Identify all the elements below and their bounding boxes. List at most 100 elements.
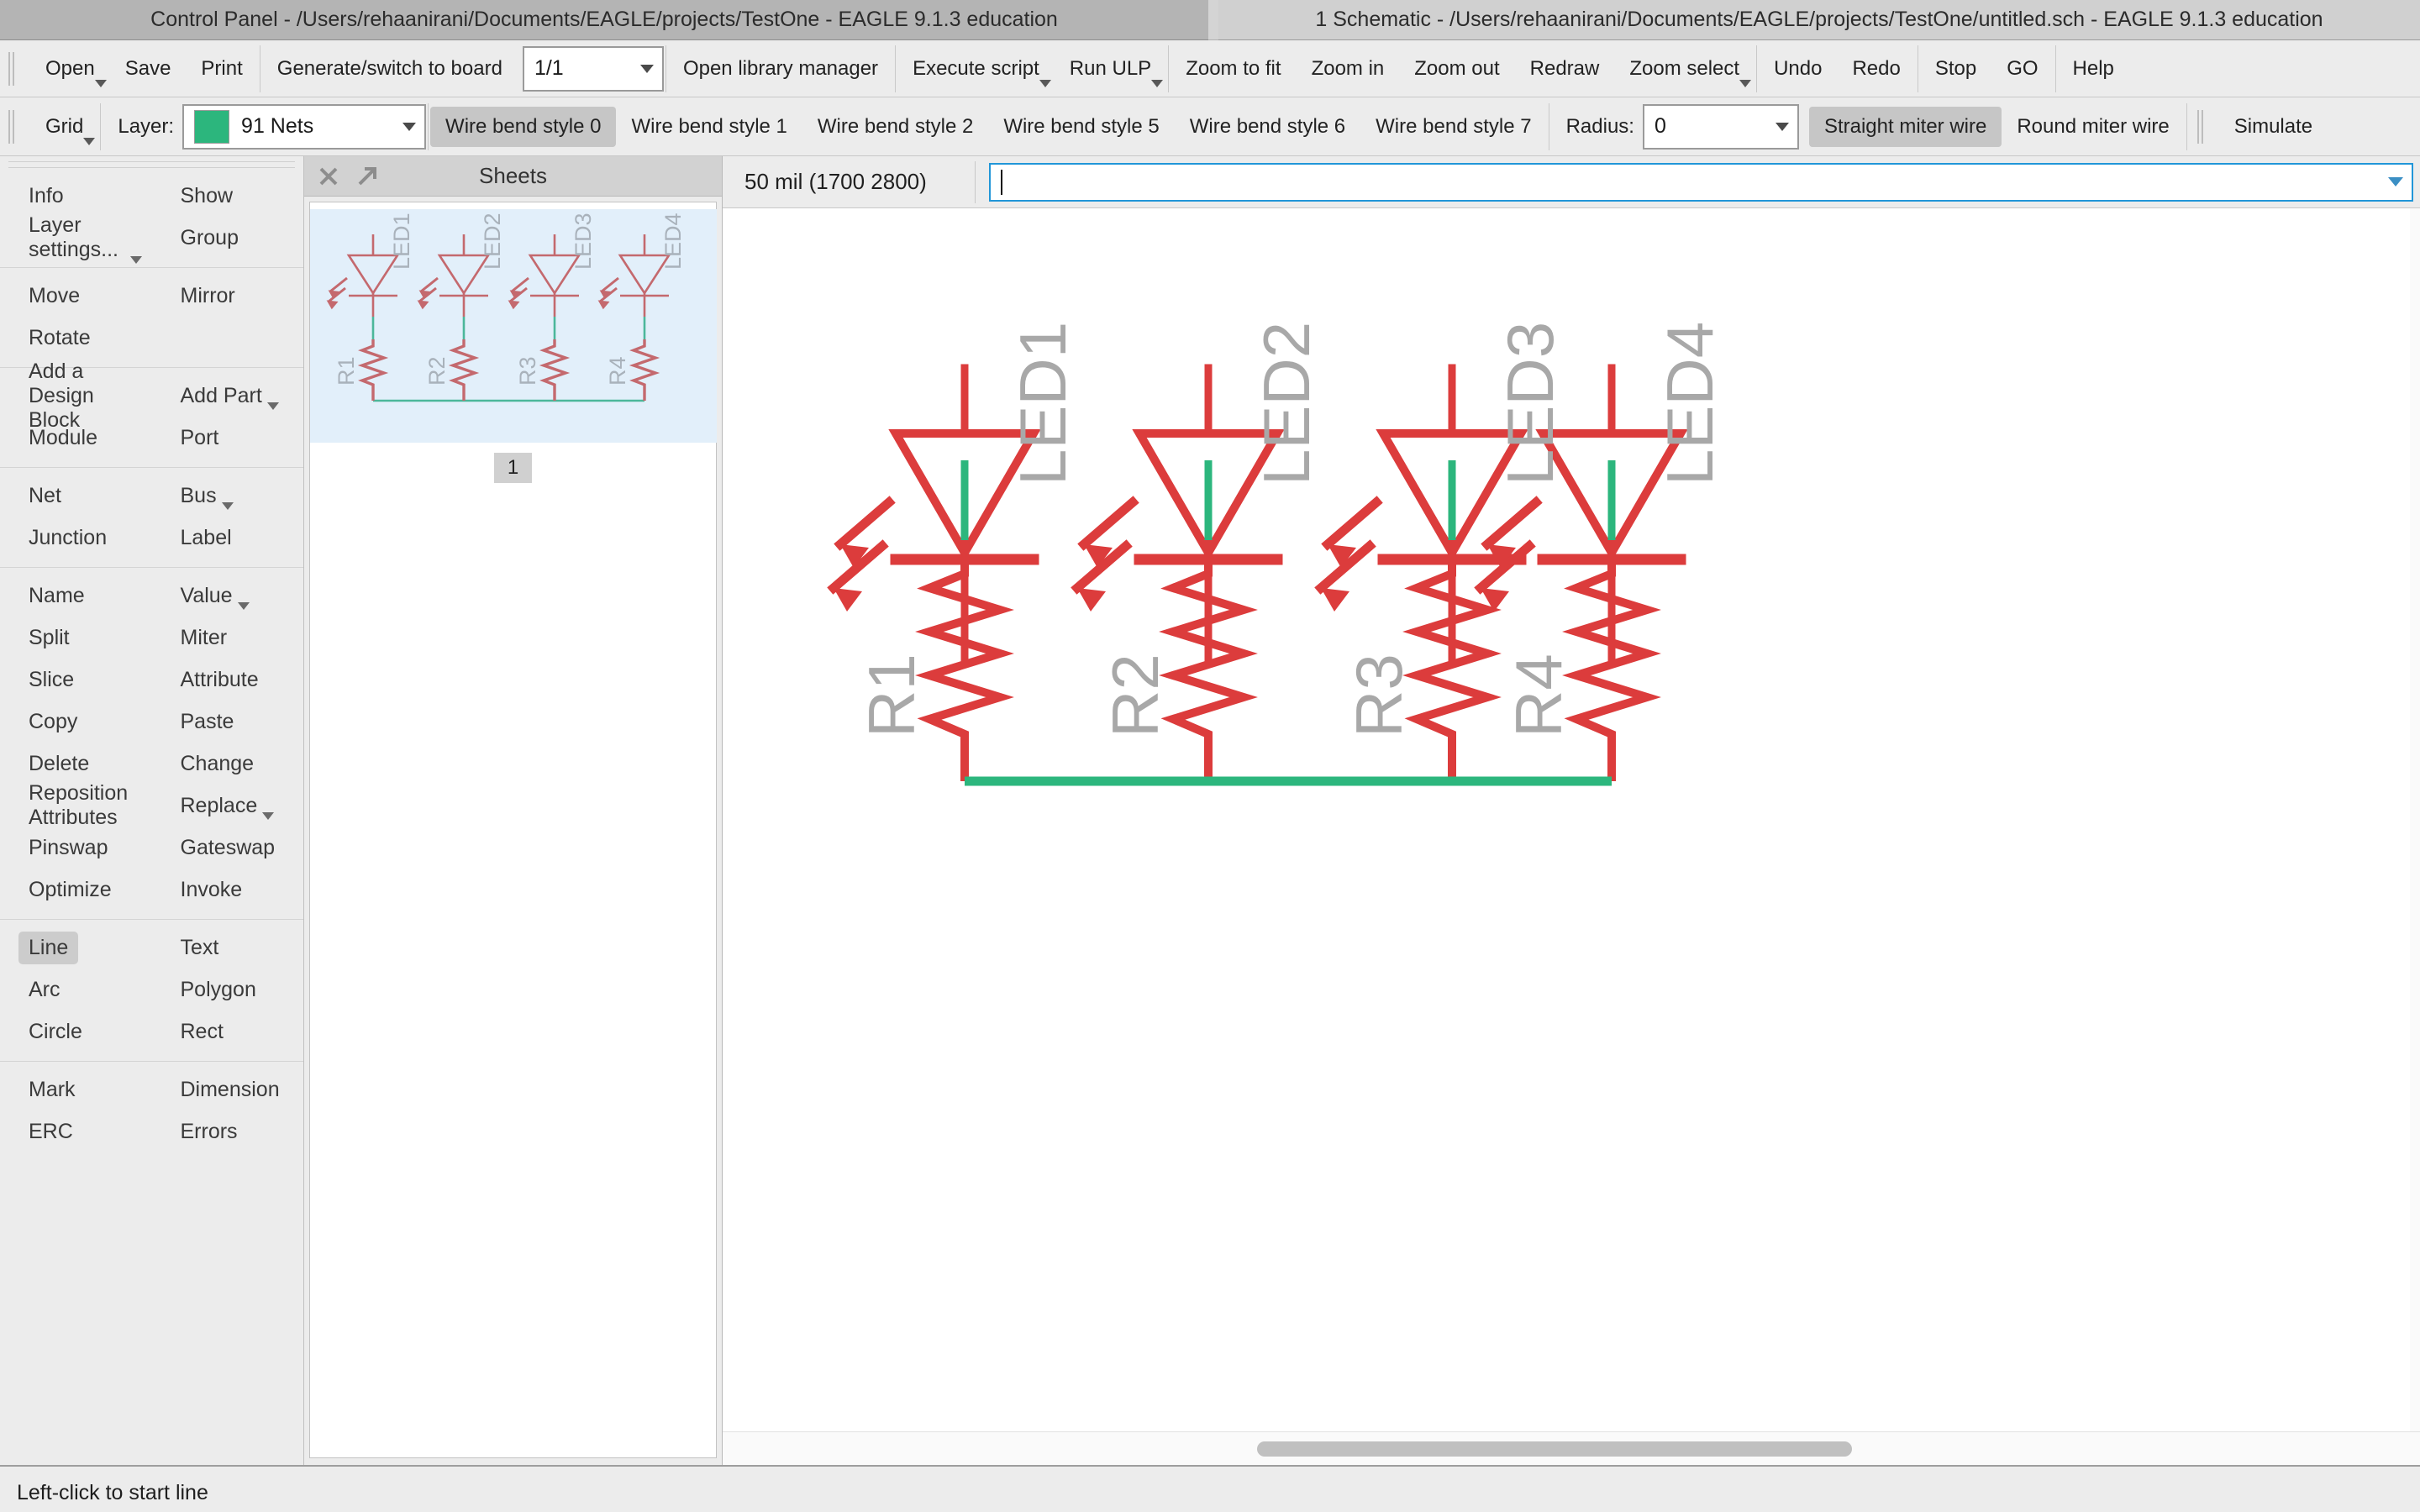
palette-item-split[interactable]: Split (0, 619, 152, 656)
close-icon[interactable] (314, 162, 343, 191)
palette-item-circle[interactable]: Circle (0, 1013, 152, 1050)
palette-item-mirror[interactable]: Mirror (152, 277, 304, 314)
sheet-number-badge[interactable]: 1 (494, 453, 532, 483)
palette-item-layer-settings[interactable]: Layer settings... (0, 219, 152, 256)
palette-item-label: Reposition Attributes (29, 781, 142, 830)
expand-arrow-icon[interactable] (353, 162, 381, 191)
palette-item-gateswap[interactable]: Gateswap (152, 829, 304, 866)
radius-input-combo[interactable]: 0 (1643, 104, 1799, 150)
wire-bend-style-0-button[interactable]: Wire bend style 0 (430, 107, 616, 147)
chevron-down-icon[interactable] (130, 256, 142, 264)
palette-item-attribute[interactable]: Attribute (152, 661, 304, 698)
palette-item-mark[interactable]: Mark (0, 1071, 152, 1108)
horizontal-scrollbar[interactable] (723, 1431, 2420, 1465)
help-button[interactable]: Help (2058, 49, 2129, 89)
wire-bend-style-1-button[interactable]: Wire bend style 1 (616, 107, 802, 147)
palette-item-errors[interactable]: Errors (152, 1113, 304, 1150)
palette-item-value[interactable]: Value (152, 577, 304, 614)
chevron-down-icon[interactable] (238, 602, 250, 610)
zoom-to-fit-button[interactable]: Zoom to fit (1171, 49, 1296, 89)
schematic-canvas[interactable]: LED1 LED2 LED3 LED4 R1 R2 R3 R4 (723, 208, 2420, 1431)
palette-item-add-part[interactable]: Add Part (152, 377, 304, 414)
palette-item-line[interactable]: Line (0, 929, 152, 966)
palette-item-erc[interactable]: ERC (0, 1113, 152, 1150)
simulate-button[interactable]: Simulate (2219, 107, 2328, 147)
wire-bend-style-7-button[interactable]: Wire bend style 7 (1360, 107, 1546, 147)
layer-selector-combo[interactable]: 91 Nets (182, 104, 426, 150)
toolbar-divider (895, 45, 896, 92)
command-input[interactable] (989, 163, 2413, 202)
grid-button[interactable]: Grid (30, 107, 98, 147)
palette-item-invoke[interactable]: Invoke (152, 871, 304, 908)
palette-item-move[interactable]: Move (0, 277, 152, 314)
chevron-down-icon[interactable] (222, 502, 234, 510)
toolbar-grip-handle[interactable] (8, 108, 24, 146)
generate-switch-board-button[interactable]: Generate/switch to board (262, 49, 518, 89)
zoom-select-button[interactable]: Zoom select (1614, 49, 1754, 89)
chevron-down-icon[interactable] (1039, 80, 1051, 87)
palette-item-replace[interactable]: Replace (152, 787, 304, 824)
palette-item-rotate[interactable]: Rotate (0, 319, 152, 356)
stop-button[interactable]: Stop (1920, 49, 1991, 89)
chevron-down-icon[interactable] (262, 812, 274, 820)
palette-item-module[interactable]: Module (0, 419, 152, 456)
palette-item-add-design-block[interactable]: Add a Design Block (0, 377, 152, 414)
run-ulp-button[interactable]: Run ULP (1055, 49, 1166, 89)
palette-item-rect[interactable]: Rect (152, 1013, 304, 1050)
zoom-out-button[interactable]: Zoom out (1399, 49, 1514, 89)
zoom-in-button[interactable]: Zoom in (1297, 49, 1400, 89)
open-button[interactable]: Open (30, 49, 110, 89)
palette-item-net[interactable]: Net (0, 477, 152, 514)
print-button[interactable]: Print (186, 49, 257, 89)
palette-item-miter[interactable]: Miter (152, 619, 304, 656)
redraw-button[interactable]: Redraw (1515, 49, 1615, 89)
toolbar-grip-handle[interactable] (2197, 108, 2212, 146)
sheet-thumbnail-1[interactable]: LED1 LED2 LED3 LED4 R1 R2 R3 R4 (310, 209, 717, 443)
chevron-down-icon[interactable] (95, 80, 107, 87)
palette-item-text[interactable]: Text (152, 929, 304, 966)
palette-item-copy[interactable]: Copy (0, 703, 152, 740)
chevron-down-icon[interactable] (2388, 177, 2403, 186)
palette-item-label: Errors (181, 1120, 238, 1144)
chevron-down-icon[interactable] (1776, 123, 1789, 131)
toolbar-grip-handle[interactable] (8, 50, 24, 88)
chevron-down-icon[interactable] (267, 402, 279, 410)
palette-item-optimize[interactable]: Optimize (0, 871, 152, 908)
control-panel-titlebar[interactable]: Control Panel - /Users/rehaanirani/Docum… (0, 0, 1208, 40)
sheet-selector-combo[interactable]: 1/1 (523, 46, 664, 92)
palette-item-polygon[interactable]: Polygon (152, 971, 304, 1008)
vertical-scrollbar[interactable] (2410, 208, 2420, 1431)
chevron-down-icon[interactable] (1151, 80, 1163, 87)
palette-item-show[interactable]: Show (152, 177, 304, 214)
redo-button[interactable]: Redo (1837, 49, 1915, 89)
palette-item-reposition-attributes[interactable]: Reposition Attributes (0, 787, 152, 824)
straight-miter-wire-button[interactable]: Straight miter wire (1809, 107, 2002, 147)
save-button[interactable]: Save (110, 49, 187, 89)
palette-item-change[interactable]: Change (152, 745, 304, 782)
execute-script-button[interactable]: Execute script (897, 49, 1055, 89)
round-miter-wire-button[interactable]: Round miter wire (2002, 107, 2184, 147)
go-button[interactable]: GO (1991, 49, 2053, 89)
wire-bend-style-2-button[interactable]: Wire bend style 2 (802, 107, 988, 147)
palette-item-label[interactable]: Label (152, 519, 304, 556)
chevron-down-icon[interactable] (640, 65, 654, 73)
horizontal-scrollbar-thumb[interactable] (1257, 1441, 1852, 1457)
palette-item-arc[interactable]: Arc (0, 971, 152, 1008)
palette-item-dimension[interactable]: Dimension (152, 1071, 304, 1108)
palette-item-bus[interactable]: Bus (152, 477, 304, 514)
palette-item-junction[interactable]: Junction (0, 519, 152, 556)
open-library-manager-button[interactable]: Open library manager (668, 49, 893, 89)
palette-item-name[interactable]: Name (0, 577, 152, 614)
palette-item-port[interactable]: Port (152, 419, 304, 456)
chevron-down-icon[interactable] (402, 123, 416, 131)
chevron-down-icon[interactable] (83, 138, 95, 145)
palette-item-group[interactable]: Group (152, 219, 304, 256)
palette-item-slice[interactable]: Slice (0, 661, 152, 698)
chevron-down-icon[interactable] (1739, 80, 1751, 87)
undo-button[interactable]: Undo (1759, 49, 1837, 89)
wire-bend-style-5-button[interactable]: Wire bend style 5 (988, 107, 1174, 147)
schematic-titlebar[interactable]: 1 Schematic - /Users/rehaanirani/Documen… (1218, 0, 2420, 40)
palette-item-paste[interactable]: Paste (152, 703, 304, 740)
wire-bend-style-6-button[interactable]: Wire bend style 6 (1175, 107, 1360, 147)
palette-item-pinswap[interactable]: Pinswap (0, 829, 152, 866)
